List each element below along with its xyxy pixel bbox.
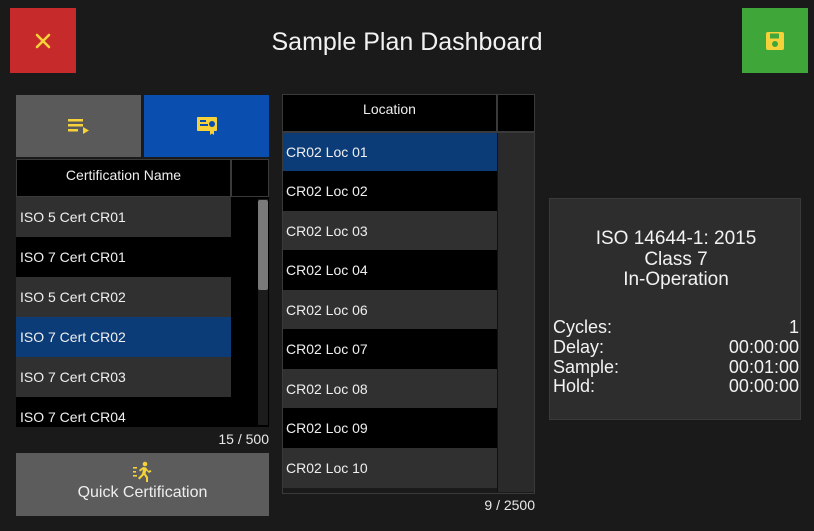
certification-row[interactable]: ISO 7 Cert CR04 (16, 397, 231, 427)
certification-scroll-thumb[interactable] (258, 200, 268, 290)
stat-label: Cycles: (553, 317, 613, 337)
close-icon (35, 33, 51, 48)
certification-name-header: Certification Name (16, 159, 231, 197)
stat-value: 00:00:00 (728, 376, 799, 396)
quick-certification-button[interactable]: Quick Certification (16, 453, 269, 516)
stat-hold: Hold: 00:00:00 (553, 376, 799, 396)
certification-label: ISO 7 Cert CR04 (20, 409, 126, 425)
save-icon (766, 31, 784, 50)
stat-value: 1 (788, 317, 799, 337)
close-button[interactable] (10, 8, 76, 73)
quick-certification-label: Quick Certification (77, 484, 208, 501)
save-button[interactable] (742, 8, 808, 73)
running-person-icon (132, 461, 151, 482)
header-corner (497, 94, 535, 132)
certification-label: ISO 7 Cert CR02 (20, 329, 126, 345)
certification-list: ISO 5 Cert CR01 ISO 7 Cert CR01 ISO 5 Ce… (16, 197, 231, 427)
header-corner (231, 159, 269, 197)
certification-count: 15 / 500 (218, 431, 269, 447)
standard-text: ISO 14644-1: 2015 (595, 228, 757, 249)
class-text: Class 7 (644, 249, 708, 270)
stat-delay: Delay: 00:00:00 (553, 337, 799, 357)
stat-value: 00:00:00 (728, 337, 799, 357)
stat-label: Hold: (553, 376, 596, 396)
stat-label: Delay: (553, 337, 605, 357)
plan-info-panel: ISO 14644-1: 2015 Class 7 In-Operation C… (549, 198, 801, 420)
stat-cycles: Cycles: 1 (553, 317, 799, 337)
certificate-view-button[interactable] (144, 95, 269, 157)
stat-label: Sample: (553, 357, 620, 377)
location-count: 9 / 2500 (484, 497, 535, 513)
state-text: In-Operation (623, 269, 729, 290)
stat-sample: Sample: 00:01:00 (553, 357, 799, 377)
certification-label: ISO 5 Cert CR02 (20, 289, 126, 305)
certification-row-selected[interactable]: ISO 7 Cert CR02 (16, 317, 231, 357)
certification-label: ISO 5 Cert CR01 (20, 209, 126, 225)
page-title: Sample Plan Dashboard (271, 28, 543, 56)
location-frame (282, 132, 535, 494)
certification-row[interactable]: ISO 5 Cert CR02 (16, 277, 231, 317)
certification-row[interactable]: ISO 7 Cert CR03 (16, 357, 231, 397)
list-view-button[interactable] (16, 95, 141, 157)
playlist-icon (67, 119, 89, 134)
stat-value: 00:01:00 (728, 357, 799, 377)
certification-row[interactable]: ISO 7 Cert CR01 (16, 237, 231, 277)
certification-label: ISO 7 Cert CR03 (20, 369, 126, 385)
certification-label: ISO 7 Cert CR01 (20, 249, 126, 265)
certificate-icon (196, 117, 217, 135)
certification-row[interactable]: ISO 5 Cert CR01 (16, 197, 231, 237)
location-header: Location (282, 94, 497, 132)
